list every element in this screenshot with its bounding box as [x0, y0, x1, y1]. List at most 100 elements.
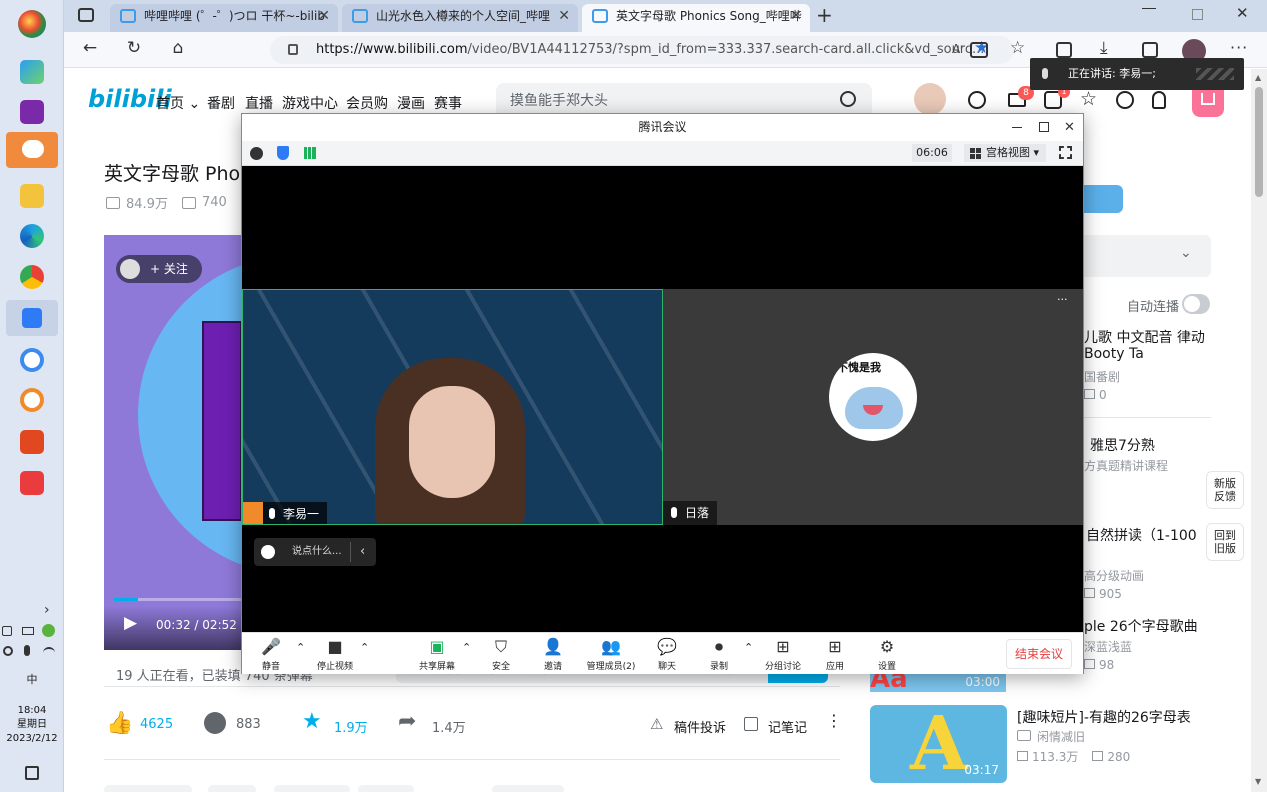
- address-bar[interactable]: https://www.bilibili.com/video/BV1A44112…: [270, 36, 1014, 64]
- meeting-titlebar[interactable]: 腾讯会议 ✕: [242, 114, 1083, 141]
- network-signal-icon[interactable]: [304, 147, 316, 159]
- taskbar-clock[interactable]: 18:04 星期日 2023/2/12: [0, 704, 64, 746]
- warning-icon[interactable]: ⚠: [650, 715, 663, 733]
- settings-more-icon[interactable]: ···: [1230, 38, 1248, 57]
- rec-item[interactable]: 儿歌 中文配音 律动 Booty Ta 国番剧 0: [1084, 325, 1211, 409]
- edge-icon[interactable]: [20, 224, 44, 248]
- invite-button[interactable]: 👤 邀请: [530, 637, 576, 672]
- wifi-icon[interactable]: [43, 647, 55, 655]
- collapse-chevron-icon[interactable]: ‹: [360, 538, 365, 566]
- tencent-meeting-taskbar-button[interactable]: [6, 300, 58, 336]
- chrome-icon[interactable]: [20, 265, 44, 289]
- show-hidden-icons-button[interactable]: ›: [44, 602, 50, 618]
- play-icon[interactable]: ▶: [124, 613, 137, 633]
- tab-bilibili-home[interactable]: 哔哩哔哩 (゜-゜)つロ 干杯~-bilib ✕: [110, 4, 338, 32]
- info-icon[interactable]: [250, 147, 263, 160]
- tag-pill[interactable]: [358, 785, 414, 792]
- start-orb-icon[interactable]: [18, 10, 46, 38]
- tag-pill[interactable]: [104, 785, 192, 792]
- read-aloud-icon[interactable]: Aʳ: [952, 42, 963, 56]
- vip-icon[interactable]: [968, 91, 986, 109]
- rec-item[interactable]: 自然拼读（1-100 高分级动画 905: [1084, 521, 1204, 601]
- nav-manga[interactable]: 漫画: [397, 93, 425, 113]
- rec-item[interactable]: [趣味短片]-有趣的26字母表 闲情减旧 113.3万 280: [1017, 705, 1211, 783]
- minimize-icon[interactable]: [1012, 127, 1022, 128]
- security-tray-icon[interactable]: [42, 624, 55, 637]
- collection-panel[interactable]: ⌄: [1084, 235, 1211, 277]
- favorites-star-icon[interactable]: ☆: [1080, 88, 1097, 110]
- tab-phonics-song[interactable]: 英文字母歌 Phonics Song_哔哩哔 ✕: [582, 4, 810, 32]
- tag-pill[interactable]: [492, 785, 564, 792]
- scrollbar-thumb[interactable]: [1255, 87, 1263, 197]
- office-icon[interactable]: [20, 430, 44, 454]
- participant-video-liyiyi[interactable]: 李易一: [242, 289, 663, 525]
- network-app-icon[interactable]: [20, 60, 44, 84]
- video-options-chevron-icon[interactable]: ⌃: [360, 641, 369, 654]
- creative-bulb-icon[interactable]: [1152, 91, 1166, 109]
- tile-more-icon[interactable]: ···: [1057, 293, 1068, 306]
- tag-pill[interactable]: [274, 785, 350, 792]
- more-vertical-icon[interactable]: ⋮: [826, 711, 842, 730]
- extensions-icon[interactable]: [970, 42, 988, 58]
- follow-button[interactable]: + 关注: [116, 255, 202, 283]
- progress-track[interactable]: [114, 598, 241, 601]
- share-options-chevron-icon[interactable]: ⌃: [462, 641, 471, 654]
- nav-vip-shop[interactable]: 会员购: [346, 93, 388, 113]
- file-explorer-icon[interactable]: [20, 184, 44, 208]
- manage-members-button[interactable]: 👥 管理成员(2): [586, 637, 636, 672]
- favorite-icon[interactable]: ★: [302, 709, 322, 734]
- screenshot-icon[interactable]: [1142, 42, 1158, 58]
- apps-button[interactable]: ⊞ 应用: [812, 637, 858, 672]
- share-screen-button[interactable]: ▣ 共享屏幕: [414, 637, 460, 672]
- settings-button[interactable]: ⚙ 设置: [864, 637, 910, 672]
- history-clock-icon[interactable]: [1116, 91, 1134, 109]
- tab-close-icon[interactable]: ✕: [558, 4, 570, 28]
- maximize-icon[interactable]: [1039, 122, 1049, 132]
- rec-thumbnail[interactable]: Aa 03:00: [870, 674, 1006, 692]
- search-tool-icon[interactable]: [20, 388, 44, 412]
- stop-video-button[interactable]: ■ 停止视频: [312, 637, 358, 672]
- user-avatar[interactable]: [914, 83, 946, 115]
- charge-button[interactable]: [1084, 185, 1123, 213]
- favorites-icon[interactable]: ☆: [1010, 38, 1025, 58]
- breakout-rooms-button[interactable]: ⊞ 分组讨论: [758, 637, 808, 672]
- new-version-feedback-button[interactable]: 新版反馈: [1206, 471, 1244, 509]
- scroll-down-icon[interactable]: ▼: [1255, 777, 1261, 786]
- share-icon[interactable]: ➦: [398, 709, 416, 734]
- ime-indicator[interactable]: 中: [0, 671, 64, 687]
- record-options-chevron-icon[interactable]: ⌃: [744, 641, 753, 654]
- notification-icon[interactable]: [25, 766, 39, 780]
- view-mode-dropdown[interactable]: 宫格视图 ▾: [964, 144, 1046, 162]
- tab-close-icon[interactable]: ✕: [318, 4, 330, 28]
- minimize-icon[interactable]: [1142, 8, 1156, 9]
- tab-close-icon[interactable]: ✕: [790, 4, 802, 28]
- emoji-icon[interactable]: [261, 545, 275, 559]
- participant-tile-riluo[interactable]: ··· 不愧是我 日落: [663, 289, 1083, 525]
- coin-icon[interactable]: [204, 712, 226, 734]
- home-icon[interactable]: ⌂: [166, 38, 190, 58]
- quick-chat-box[interactable]: 说点什么... ‹: [254, 538, 376, 566]
- tab-user-space[interactable]: 山光水色入樽来的个人空间_哔哩 ✕: [342, 4, 578, 32]
- scroll-up-icon[interactable]: ▲: [1255, 73, 1261, 82]
- nav-live[interactable]: 直播: [245, 93, 273, 113]
- onenote-icon[interactable]: [20, 100, 44, 124]
- note-icon[interactable]: [744, 717, 758, 731]
- rec-item-ad[interactable]: 雅思7分熟 方真题精讲课程: [1084, 433, 1211, 493]
- shield-icon[interactable]: [277, 146, 289, 160]
- mute-button[interactable]: 🎤 静音: [248, 637, 294, 672]
- lock-icon[interactable]: [288, 44, 298, 55]
- nav-game-center[interactable]: 游戏中心: [282, 93, 338, 113]
- page-scrollbar[interactable]: ▲ ▼: [1251, 69, 1267, 792]
- wps-icon[interactable]: [20, 471, 44, 495]
- nav-anime[interactable]: 番剧: [207, 93, 235, 113]
- search-icon[interactable]: [840, 91, 856, 107]
- close-icon[interactable]: ✕: [1064, 114, 1075, 141]
- sync-icon[interactable]: [3, 646, 13, 656]
- nav-esports[interactable]: 赛事: [434, 93, 462, 113]
- end-meeting-button[interactable]: 结束会议: [1006, 639, 1072, 669]
- like-icon[interactable]: 👍: [106, 711, 133, 736]
- wechat-taskbar-button[interactable]: [6, 132, 58, 168]
- baidu-netdisk-icon[interactable]: [20, 348, 44, 372]
- tag-pill[interactable]: [208, 785, 256, 792]
- browser-close-icon[interactable]: ✕: [1236, 4, 1249, 22]
